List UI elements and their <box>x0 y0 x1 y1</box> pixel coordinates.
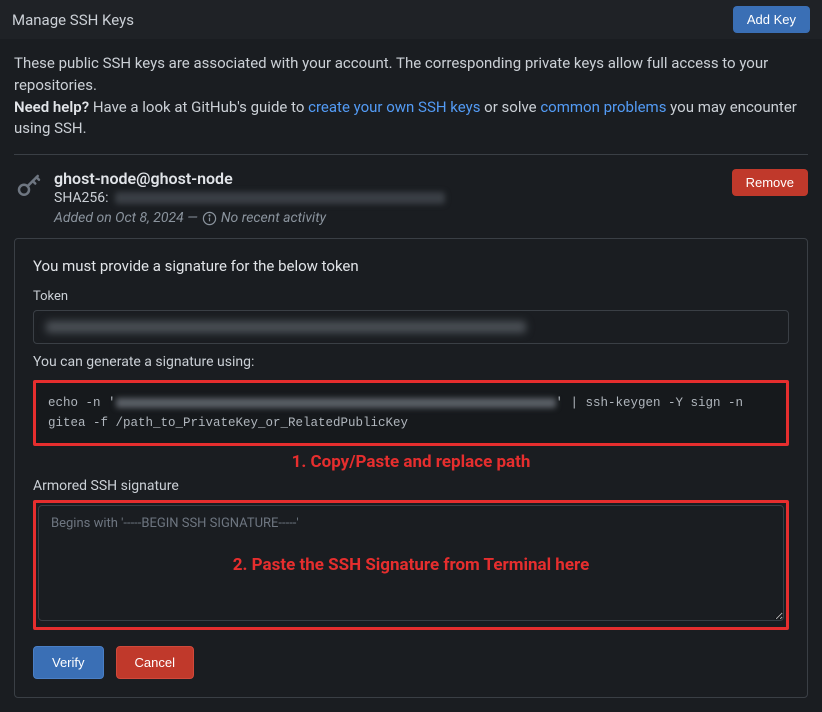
common-problems-link[interactable]: common problems <box>540 98 666 116</box>
signature-input-wrap: 2. Paste the SSH Signature from Terminal… <box>33 500 789 630</box>
verify-button[interactable]: Verify <box>33 646 104 679</box>
token-value-blurred <box>46 321 526 333</box>
key-info: ghost-node@ghost-node SHA256: Added on O… <box>54 169 722 226</box>
panel-actions: Verify Cancel <box>33 646 789 679</box>
key-activity: No recent activity <box>221 210 326 226</box>
key-fingerprint: SHA256: <box>54 190 722 206</box>
create-ssh-keys-link[interactable]: create your own SSH keys <box>308 98 480 116</box>
divider <box>14 154 808 155</box>
remove-key-button[interactable]: Remove <box>732 169 808 196</box>
info-icon <box>202 211 217 226</box>
header-bar: Manage SSH Keys Add Key <box>0 0 822 39</box>
key-name: ghost-node@ghost-node <box>54 169 722 188</box>
signature-panel: You must provide a signature for the bel… <box>14 238 808 698</box>
token-label: Token <box>33 289 789 304</box>
code-token-blurred <box>116 398 556 408</box>
page-title: Manage SSH Keys <box>12 11 134 29</box>
key-added-date: Added on Oct 8, 2024 — <box>54 210 198 226</box>
key-icon <box>14 171 44 205</box>
add-key-button[interactable]: Add Key <box>733 6 810 33</box>
key-meta: Added on Oct 8, 2024 — No recent activit… <box>54 210 722 226</box>
intro-solve: or solve <box>480 98 540 116</box>
token-display <box>33 310 789 344</box>
generate-note: You can generate a signature using: <box>33 354 789 370</box>
sha-value-blurred <box>115 192 445 204</box>
content-area: These public SSH keys are associated wit… <box>0 39 822 712</box>
sha-prefix: SHA256: <box>54 190 109 206</box>
ssh-key-row: ghost-node@ghost-node SHA256: Added on O… <box>14 169 808 226</box>
signature-label: Armored SSH signature <box>33 478 789 494</box>
signature-textarea[interactable] <box>38 505 784 621</box>
code-prefix: echo -n ' <box>48 396 116 410</box>
intro-text: These public SSH keys are associated wit… <box>14 53 808 140</box>
signature-command[interactable]: echo -n '' | ssh-keygen -Y sign -n gitea… <box>33 380 789 446</box>
need-help-label: Need help? <box>14 98 89 116</box>
panel-heading: You must provide a signature for the bel… <box>33 257 789 275</box>
cancel-button[interactable]: Cancel <box>116 646 194 679</box>
intro-guide-prefix: Have a look at GitHub's guide to <box>89 98 308 116</box>
intro-line1: These public SSH keys are associated wit… <box>14 54 768 94</box>
annotation-1: 1. Copy/Paste and replace path <box>33 452 789 472</box>
